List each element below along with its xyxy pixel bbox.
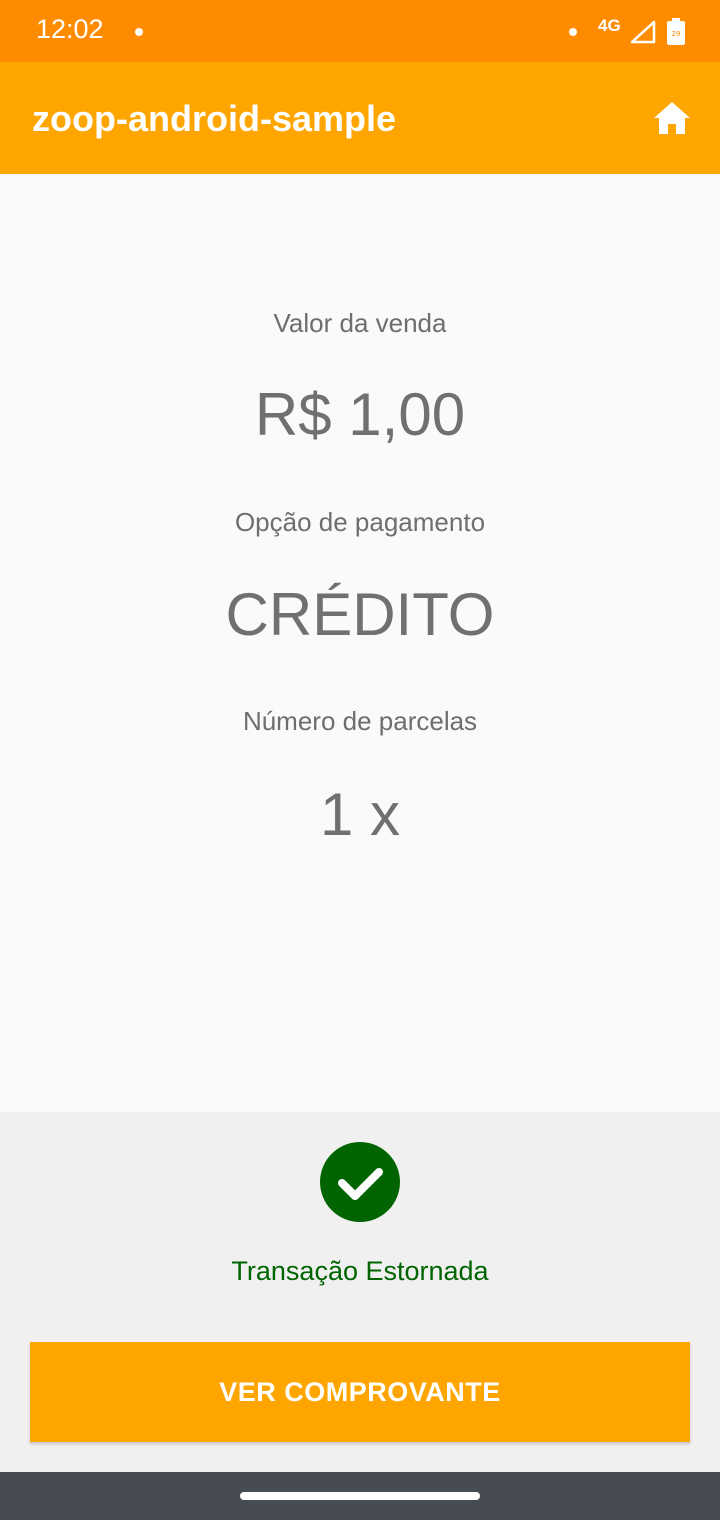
status-time: 12:02 xyxy=(36,14,104,44)
network-type: 4G xyxy=(598,16,621,35)
amount-label: Valor da venda xyxy=(273,308,447,338)
battery-level: 29 xyxy=(672,30,681,38)
amount-value: R$ 1,00 xyxy=(254,381,466,448)
home-icon[interactable] xyxy=(652,100,692,136)
result-area: Transação Estornada VER COMPROVANTE xyxy=(0,1112,720,1472)
signal-icon xyxy=(630,20,656,44)
navigation-bar xyxy=(0,1472,720,1520)
transaction-status: Transação Estornada xyxy=(231,1256,489,1286)
sale-details: Valor da venda R$ 1,00 Opção de pagament… xyxy=(0,174,720,1112)
app-bar: zoop-android-sample xyxy=(0,62,720,174)
notification-dot-icon xyxy=(135,28,143,36)
app-title: zoop-android-sample xyxy=(32,98,397,139)
installments-value: 1 x xyxy=(319,781,401,848)
battery-icon: 29 xyxy=(667,18,685,45)
view-receipt-button[interactable]: VER COMPROVANTE xyxy=(30,1342,690,1442)
installments-label: Número de parcelas xyxy=(242,706,478,736)
payment-label: Opção de pagamento xyxy=(234,507,486,537)
payment-value: CRÉDITO xyxy=(225,581,495,648)
home-gesture-handle[interactable] xyxy=(240,1492,480,1500)
check-circle-icon xyxy=(320,1142,400,1222)
status-bar: 12:02 4G 29 xyxy=(0,0,720,62)
status-dot-icon xyxy=(569,28,577,36)
